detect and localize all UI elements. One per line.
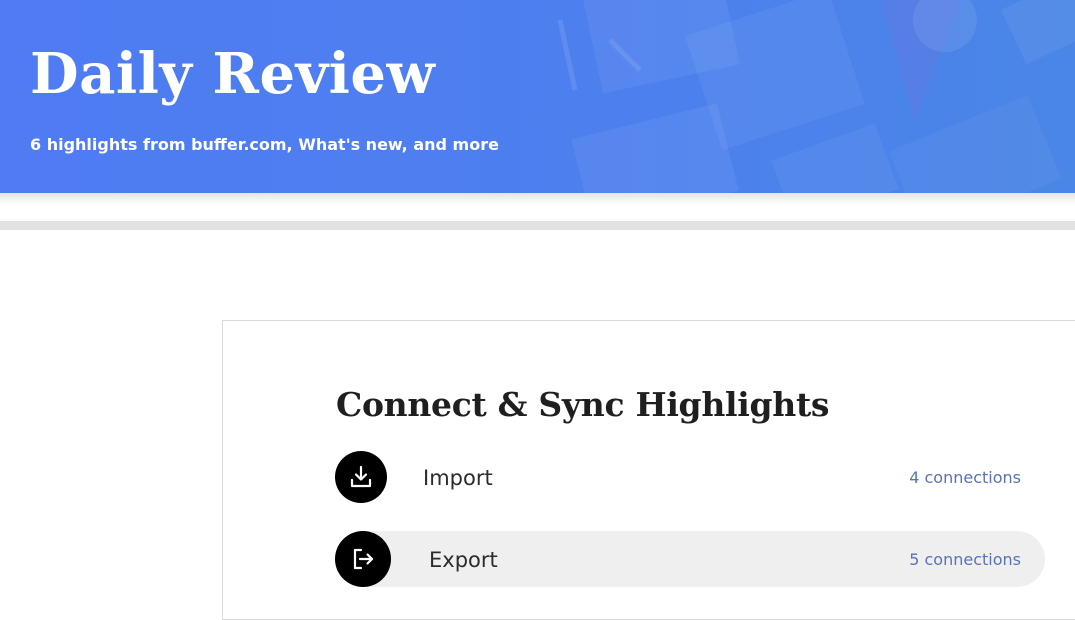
daily-review-banner: Daily Review 6 highlights from buffer.co… (0, 0, 1075, 193)
banner-subtitle: 6 highlights from buffer.com, What's new… (30, 135, 499, 154)
export-label: Export (429, 548, 498, 572)
import-connections-link[interactable]: 4 connections (909, 467, 1021, 489)
banner-title: Daily Review (30, 41, 436, 107)
banner-shadow (0, 193, 1075, 205)
connect-sync-card: Connect & Sync Highlights Import 4 conne… (222, 320, 1075, 620)
connect-sync-title: Connect & Sync Highlights (336, 385, 830, 424)
import-row[interactable]: Import 4 connections (335, 451, 1045, 507)
section-divider (0, 221, 1075, 230)
import-label: Import (423, 466, 493, 490)
download-icon (335, 451, 387, 503)
export-connections-link[interactable]: 5 connections (909, 549, 1021, 571)
export-icon (335, 531, 391, 587)
export-row[interactable]: Export 5 connections (335, 531, 1045, 587)
